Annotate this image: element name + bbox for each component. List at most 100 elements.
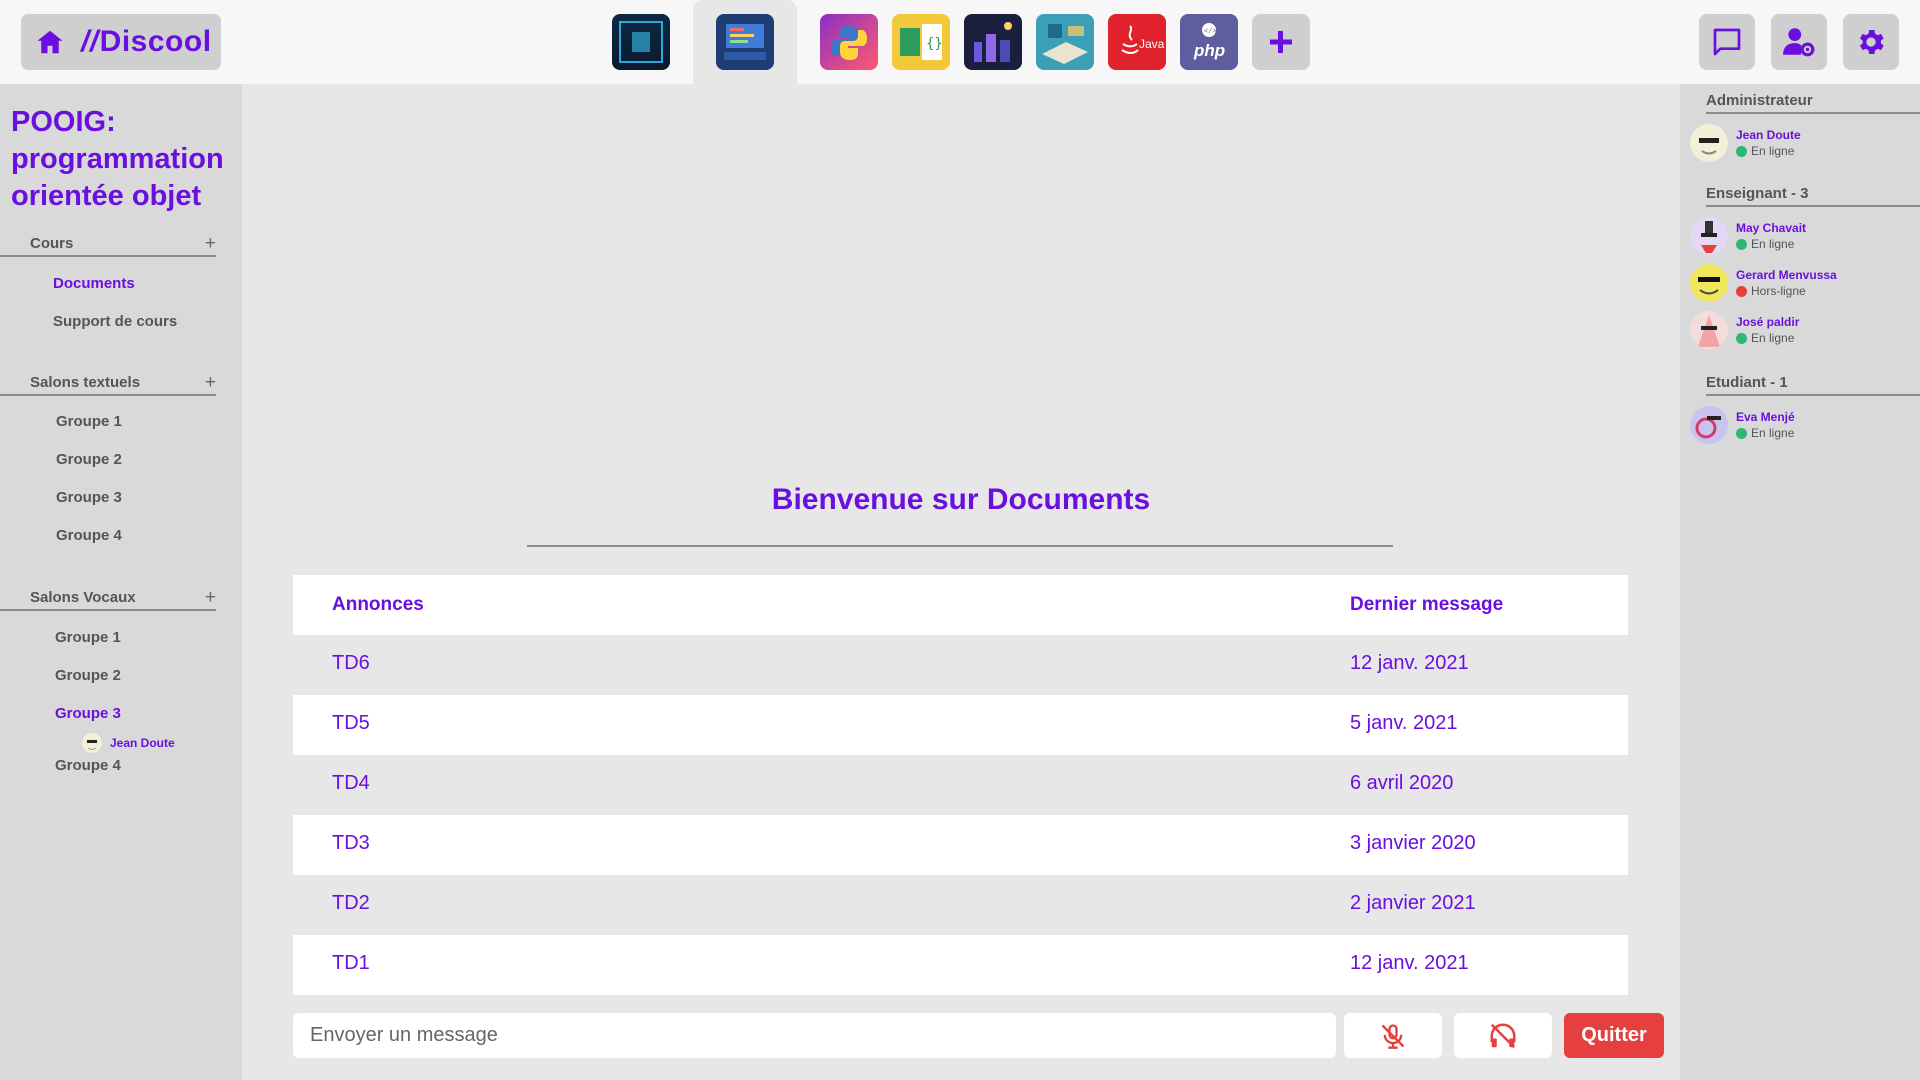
- text-channel-groupe-4[interactable]: Groupe 4: [56, 527, 122, 544]
- microphone-off-icon: [1381, 1023, 1405, 1049]
- server-blueprint-icon[interactable]: [1036, 14, 1094, 70]
- member-may-chavait[interactable]: May Chavait En ligne: [1690, 217, 1806, 255]
- announcements-table: Annonces Dernier message TD6 12 janv. 20…: [293, 575, 1628, 995]
- text-channel-groupe-2[interactable]: Groupe 2: [56, 451, 122, 468]
- table-row[interactable]: TD1 12 janv. 2021: [293, 935, 1628, 995]
- section-salons-textuels: Salons textuels +: [0, 373, 216, 396]
- online-dot: [1736, 238, 1747, 250]
- last-message-date: 5 janv. 2021: [1350, 712, 1458, 734]
- member-jose-paldir[interactable]: José paldir En ligne: [1690, 311, 1799, 349]
- member-status: Hors-ligne: [1736, 283, 1837, 299]
- add-channel-button[interactable]: +: [205, 588, 216, 608]
- channel-support-de-cours[interactable]: Support de cours: [53, 313, 177, 330]
- top-bar: //Discool {} Java </> php: [0, 0, 1920, 84]
- member-jean-doute[interactable]: Jean Doute En ligne: [1690, 124, 1801, 162]
- plus-icon: [1270, 31, 1292, 53]
- announcement-name: TD6: [332, 652, 370, 674]
- section-label: Cours: [30, 235, 74, 252]
- message-input[interactable]: [310, 1024, 1336, 1047]
- add-channel-button[interactable]: +: [205, 373, 216, 393]
- column-header-annonces: Annonces: [332, 594, 424, 615]
- voice-connected-user[interactable]: Jean Doute: [82, 733, 175, 753]
- table-row[interactable]: TD5 5 janv. 2021: [293, 695, 1628, 755]
- quit-button[interactable]: Quitter: [1564, 1013, 1664, 1058]
- announcement-name: TD2: [332, 892, 370, 914]
- online-dot: [1736, 145, 1747, 157]
- member-status: En ligne: [1736, 236, 1806, 252]
- member-name: José paldir: [1736, 315, 1800, 329]
- member-eva-menje[interactable]: Eva Menjé En ligne: [1690, 406, 1795, 444]
- last-message-date: 2 janvier 2021: [1350, 892, 1476, 914]
- mute-microphone-button[interactable]: [1344, 1013, 1442, 1058]
- table-header: Annonces Dernier message: [293, 575, 1628, 635]
- main-content: Bienvenue sur Documents Annonces Dernier…: [242, 84, 1680, 1080]
- offline-dot: [1736, 285, 1747, 297]
- section-label: Salons textuels: [30, 374, 141, 391]
- avatar: [1690, 217, 1728, 255]
- table-row[interactable]: TD2 2 janvier 2021: [293, 875, 1628, 935]
- voice-user-name: Jean Doute: [110, 736, 175, 750]
- java-icon[interactable]: Java: [1108, 14, 1166, 70]
- server-code-screen-icon[interactable]: [716, 14, 774, 70]
- add-channel-button[interactable]: +: [205, 234, 216, 254]
- user-settings-button[interactable]: [1771, 14, 1827, 70]
- table-row[interactable]: TD4 6 avril 2020: [293, 755, 1628, 815]
- user-settings-icon: [1783, 28, 1815, 57]
- avatar: [1690, 124, 1728, 162]
- text-channel-groupe-3[interactable]: Groupe 3: [56, 489, 122, 506]
- section-label: Salons Vocaux: [30, 589, 136, 606]
- chat-icon: [1713, 28, 1741, 56]
- column-header-dernier-message: Dernier message: [1350, 594, 1504, 615]
- svg-text:</>: </>: [1204, 28, 1217, 36]
- deafen-button[interactable]: [1454, 1013, 1552, 1058]
- php-icon[interactable]: </> php: [1180, 14, 1238, 70]
- settings-button[interactable]: [1843, 14, 1899, 70]
- text-channel-groupe-1[interactable]: Groupe 1: [56, 413, 122, 430]
- online-dot: [1736, 427, 1747, 439]
- announcement-name: TD1: [332, 952, 370, 974]
- svg-text:Java: Java: [1139, 37, 1165, 51]
- headphones-off-icon: [1490, 1022, 1516, 1048]
- svg-text:{}: {}: [926, 36, 943, 52]
- section-salons-vocaux: Salons Vocaux +: [0, 588, 216, 611]
- member-gerard-menvussa[interactable]: Gerard Menvussa Hors-ligne: [1690, 264, 1837, 302]
- table-row[interactable]: TD6 12 janv. 2021: [293, 635, 1628, 695]
- avatar: [1690, 311, 1728, 349]
- python-icon[interactable]: [820, 14, 878, 70]
- course-title: POOIG: programmation orientée objet: [11, 106, 224, 212]
- welcome-heading: Bienvenue sur Documents: [771, 483, 1151, 516]
- avatar: [1690, 406, 1728, 444]
- section-cours: Cours +: [0, 234, 216, 257]
- member-name: Jean Doute: [1736, 128, 1801, 142]
- code-editor-icon[interactable]: {}: [892, 14, 950, 70]
- home-button[interactable]: //Discool: [21, 14, 221, 70]
- last-message-date: 12 janv. 2021: [1350, 652, 1469, 674]
- role-heading-enseignant: Enseignant - 3: [1706, 185, 1920, 207]
- voice-channel-groupe-1[interactable]: Groupe 1: [55, 629, 121, 646]
- server-night-city-icon[interactable]: [964, 14, 1022, 70]
- member-name: Eva Menjé: [1736, 410, 1795, 424]
- voice-channel-groupe-2[interactable]: Groupe 2: [55, 667, 121, 684]
- channel-documents[interactable]: Documents: [53, 275, 135, 292]
- divider: [527, 545, 1393, 547]
- announcement-name: TD3: [332, 832, 370, 854]
- home-icon: [37, 30, 63, 54]
- message-composer: [293, 1013, 1336, 1058]
- members-panel: Administrateur Jean Doute En ligne Ensei…: [1680, 84, 1920, 1080]
- member-status: En ligne: [1736, 425, 1795, 441]
- last-message-date: 3 janvier 2020: [1350, 832, 1476, 854]
- role-heading-etudiant: Etudiant - 1: [1706, 374, 1920, 396]
- table-row[interactable]: TD3 3 janvier 2020: [293, 815, 1628, 875]
- last-message-date: 12 janv. 2021: [1350, 952, 1469, 974]
- role-heading-administrateur: Administrateur: [1706, 92, 1920, 114]
- server-dark-corridor-icon[interactable]: [612, 14, 670, 70]
- announcement-name: TD5: [332, 712, 370, 734]
- add-server-button[interactable]: [1252, 14, 1310, 70]
- svg-text:php: php: [1193, 41, 1225, 60]
- avatar: [1690, 264, 1728, 302]
- messages-button[interactable]: [1699, 14, 1755, 70]
- channel-sidebar: POOIG: programmation orientée objet Cour…: [0, 84, 242, 1080]
- voice-channel-groupe-3[interactable]: Groupe 3: [55, 705, 121, 722]
- voice-channel-groupe-4[interactable]: Groupe 4: [55, 757, 121, 774]
- member-name: Gerard Menvussa: [1736, 268, 1837, 282]
